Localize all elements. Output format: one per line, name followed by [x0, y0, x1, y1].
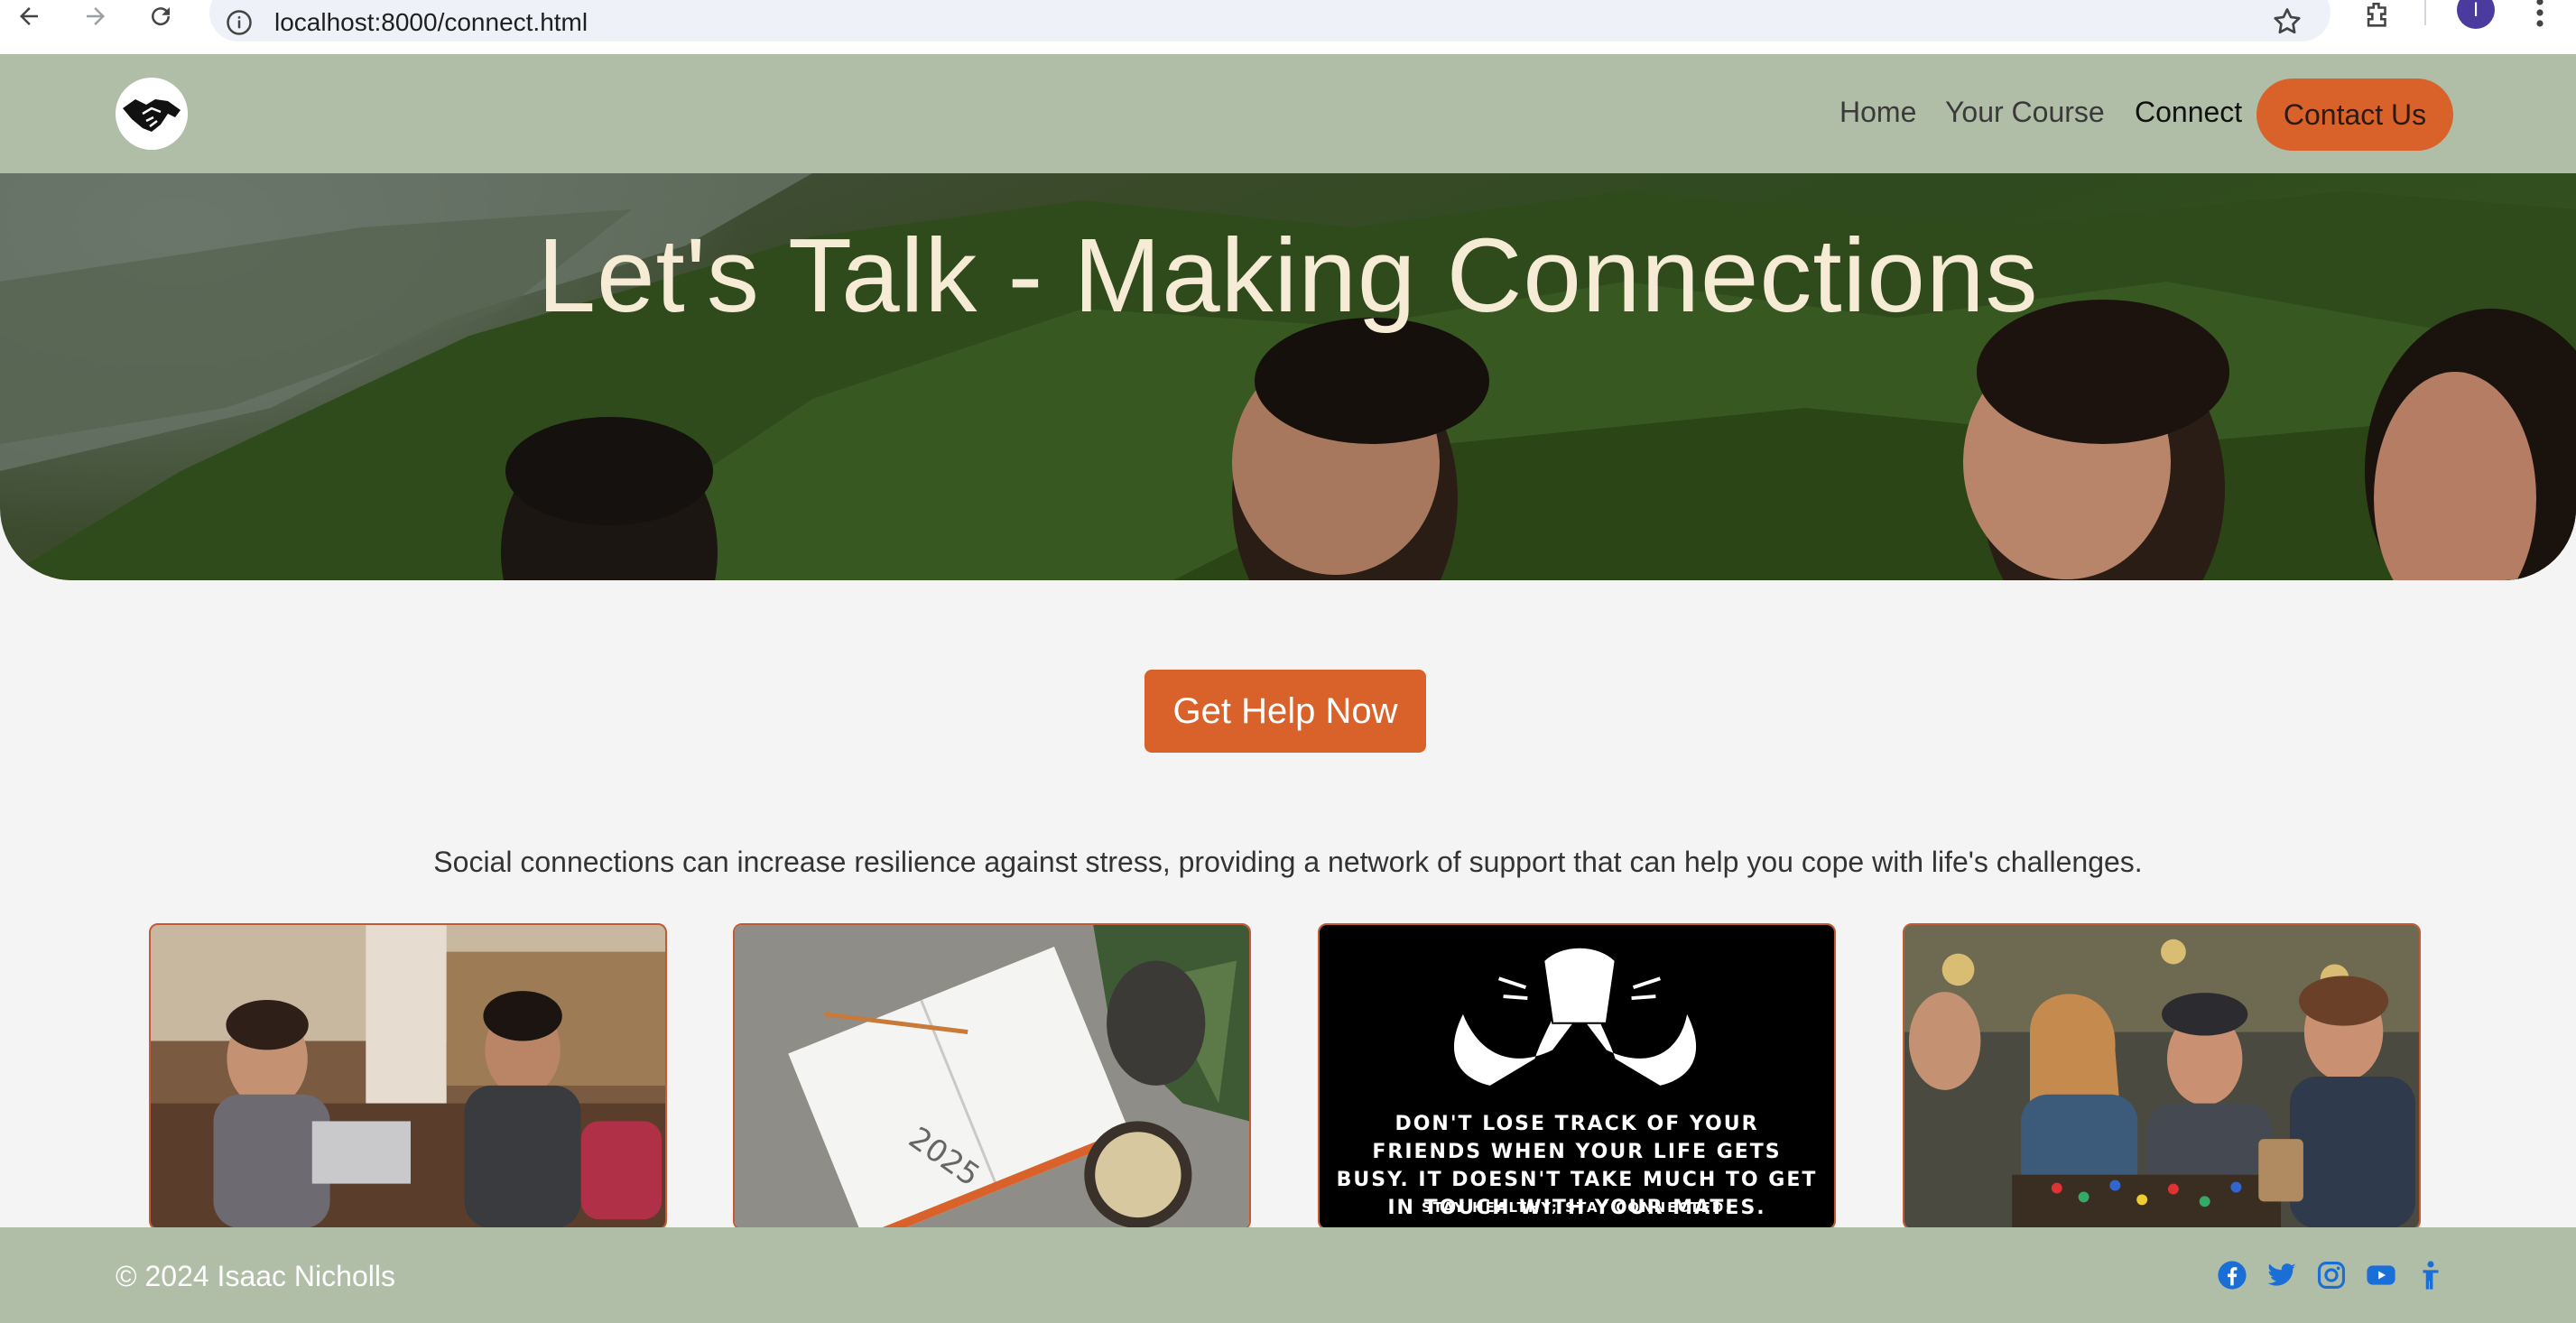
extensions-puzzle-icon[interactable]	[2359, 0, 2395, 31]
more-menu-icon[interactable]	[2531, 0, 2549, 29]
back-button[interactable]	[9, 2, 49, 31]
twitter-icon[interactable]	[2266, 1260, 2297, 1291]
reload-icon	[152, 7, 171, 26]
profile-avatar[interactable]: I	[2457, 0, 2495, 29]
image-cards: 2025 DON'T LOSE TRACK OF YOUR FRIENDS WH…	[0, 923, 2576, 1230]
board-game-friends-image	[1904, 925, 2419, 1228]
nav-home[interactable]: Home	[1839, 96, 1916, 128]
image-card-board-game[interactable]	[1903, 923, 2421, 1230]
browser-toolbar: localhost:8000/connect.html I	[0, 0, 2576, 55]
hero-banner: Let's Talk - Making Connections	[0, 173, 2576, 580]
page-title: Let's Talk - Making Connections	[537, 217, 2039, 334]
image-card-quote[interactable]: DON'T LOSE TRACK OF YOUR FRIENDS WHEN YO…	[1318, 923, 1836, 1230]
handshake-logo[interactable]	[116, 78, 188, 150]
bookmark-star-icon[interactable]	[2271, 5, 2303, 38]
arrow-right-icon	[87, 7, 105, 25]
copyright-text: © 2024 Isaac Nicholls	[116, 1260, 395, 1292]
get-help-now-button[interactable]: Get Help Now	[1144, 670, 1426, 753]
quote-subtext: STAY HEALTHY; STAY CONNECTED.	[1421, 1199, 1733, 1216]
friends-cafe-image	[151, 925, 665, 1228]
accessibility-icon[interactable]	[2415, 1260, 2446, 1291]
handshake-icon	[116, 78, 188, 150]
facebook-icon[interactable]	[2217, 1260, 2247, 1291]
site-footer: © 2024 Isaac Nicholls	[0, 1227, 2576, 1323]
planner-coffee-image: 2025	[735, 925, 1249, 1228]
nav-your-course[interactable]: Your Course	[1945, 96, 2105, 128]
info-icon[interactable]	[226, 9, 253, 36]
toolbar-divider	[2424, 0, 2426, 25]
nav-connect[interactable]: Connect	[2135, 96, 2242, 128]
arrow-left-icon	[20, 7, 38, 25]
image-card-friends-cafe[interactable]	[149, 923, 667, 1230]
instagram-icon[interactable]	[2316, 1260, 2347, 1291]
address-bar[interactable]: localhost:8000/connect.html	[209, 0, 2330, 42]
url-text[interactable]: localhost:8000/connect.html	[274, 9, 588, 36]
forward-button[interactable]	[76, 2, 116, 31]
youtube-icon[interactable]	[2366, 1260, 2396, 1291]
reload-button[interactable]	[141, 2, 181, 31]
intro-text: Social connections can increase resilien…	[433, 846, 2143, 878]
image-card-planner[interactable]: 2025	[733, 923, 1251, 1230]
site-header: Home Your Course Connect Contact Us	[0, 54, 2576, 173]
contact-us-button[interactable]: Contact Us	[2256, 79, 2453, 151]
